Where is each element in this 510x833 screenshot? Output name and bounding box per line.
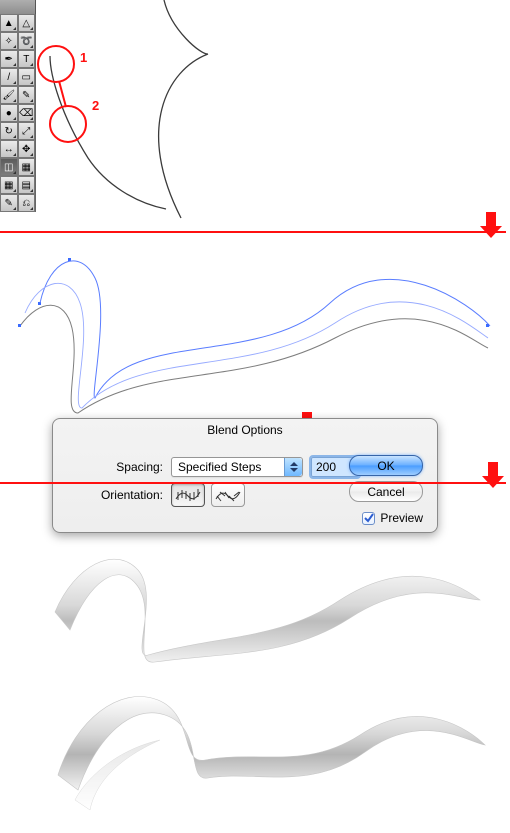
spacing-dropdown[interactable]: Specified Steps bbox=[171, 457, 303, 477]
eraser-tool[interactable]: ⌫ bbox=[18, 104, 36, 122]
dialog-title: Blend Options bbox=[53, 423, 437, 437]
sample-path-upper bbox=[159, 0, 208, 218]
mesh-tool[interactable]: ▦ bbox=[0, 176, 18, 194]
spacing-label: Spacing: bbox=[53, 460, 163, 474]
artwork-panel-1: 1 2 bbox=[36, 0, 510, 232]
illustrator-toolbox: ▲△✧➰✒T/▭🖌✎●⌫↻⤢↔✥◫▦▦▤✎⎌ bbox=[0, 14, 36, 212]
anchor-pt bbox=[18, 324, 21, 327]
separator-2 bbox=[0, 482, 506, 484]
spine-path-1 bbox=[40, 261, 490, 398]
ribbon-shape-1 bbox=[55, 559, 480, 662]
anchor-pt bbox=[486, 324, 489, 327]
orientation-path-icon bbox=[215, 488, 241, 502]
check-icon bbox=[364, 513, 374, 523]
down-arrow-1 bbox=[480, 212, 502, 238]
marker-text-2: 2 bbox=[92, 98, 99, 113]
blend-result-1 bbox=[20, 540, 500, 665]
gradient-tool[interactable]: ▤ bbox=[18, 176, 36, 194]
dropdown-caps-icon bbox=[284, 458, 302, 476]
rectangle-tool[interactable]: ▭ bbox=[18, 68, 36, 86]
preview-checkbox[interactable] bbox=[362, 512, 375, 525]
type-tool[interactable]: T bbox=[18, 50, 36, 68]
scale-tool[interactable]: ⤢ bbox=[18, 122, 36, 140]
blend-tool[interactable]: ⎌ bbox=[18, 194, 36, 212]
toolbox-header[interactable] bbox=[0, 0, 36, 14]
direct-selection-tool[interactable]: △ bbox=[18, 14, 36, 32]
paintbrush-tool[interactable]: 🖌 bbox=[0, 86, 18, 104]
width-tool[interactable]: ↔ bbox=[0, 140, 18, 158]
orientation-align-page-button[interactable] bbox=[171, 483, 205, 507]
preview-label: Preview bbox=[380, 511, 423, 525]
shape-builder-tool[interactable]: ◫ bbox=[0, 158, 18, 176]
lasso-tool[interactable]: ➰ bbox=[18, 32, 36, 50]
perspective-grid-tool[interactable]: ▦ bbox=[18, 158, 36, 176]
separator-1 bbox=[0, 231, 506, 233]
free-transform-tool[interactable]: ✥ bbox=[18, 140, 36, 158]
cancel-button[interactable]: Cancel bbox=[349, 481, 423, 502]
magic-wand-tool[interactable]: ✧ bbox=[0, 32, 18, 50]
spine-path-3 bbox=[20, 305, 488, 413]
marker-circle-2 bbox=[50, 106, 86, 142]
eyedropper-tool[interactable]: ✎ bbox=[0, 194, 18, 212]
preview-row[interactable]: Preview bbox=[362, 511, 423, 525]
orientation-page-icon bbox=[175, 488, 201, 502]
pencil-tool[interactable]: ✎ bbox=[18, 86, 36, 104]
selection-tool[interactable]: ▲ bbox=[0, 14, 18, 32]
rotate-tool[interactable]: ↻ bbox=[0, 122, 18, 140]
spacing-dropdown-value: Specified Steps bbox=[178, 460, 261, 474]
blend-options-dialog: Blend Options Spacing: Specified Steps O… bbox=[52, 418, 438, 533]
marker-text-1: 1 bbox=[80, 50, 87, 65]
ok-button[interactable]: OK bbox=[349, 455, 423, 476]
pen-tool[interactable]: ✒ bbox=[0, 50, 18, 68]
down-arrow-3 bbox=[482, 462, 504, 488]
orientation-align-path-button[interactable] bbox=[211, 483, 245, 507]
blob-brush-tool[interactable]: ● bbox=[0, 104, 18, 122]
blend-result-2 bbox=[20, 680, 500, 825]
orientation-label: Orientation: bbox=[53, 488, 163, 502]
marker-circle-1 bbox=[38, 46, 74, 82]
blend-source-paths bbox=[0, 248, 510, 418]
ribbon-shape-2a bbox=[58, 697, 485, 790]
line-segment-tool[interactable]: / bbox=[0, 68, 18, 86]
